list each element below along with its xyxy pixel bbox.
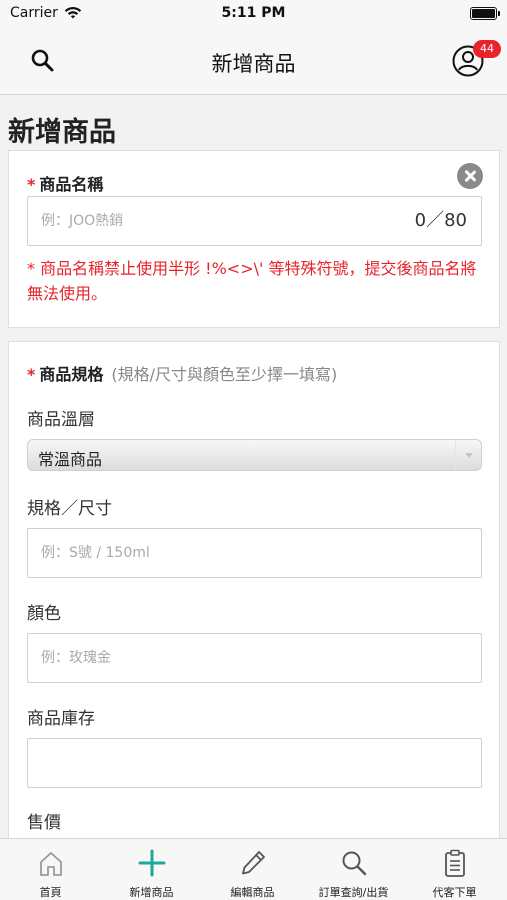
product-spec-label: * 商品規格 (規格/尺寸與顏色至少擇一填寫)	[27, 361, 337, 385]
temperature-select[interactable]: 常溫商品	[27, 439, 482, 471]
home-icon	[39, 852, 62, 876]
search-icon	[342, 851, 366, 876]
product-spec-label-text: 商品規格	[39, 365, 104, 384]
product-name-card: * 商品名稱 例：JOO熱銷 0／80 * 商品名稱禁止使用半形 !%<>\' 等…	[8, 150, 500, 328]
product-name-error: * 商品名稱禁止使用半形 !%<>\' 等特殊符號，提交後商品名將無法使用。	[27, 259, 477, 303]
tab-edit-product-label: 編輯商品	[230, 886, 275, 899]
color-input[interactable]: 例：玫瑰金	[27, 633, 482, 683]
nav-title: 新增商品	[211, 52, 296, 76]
required-mark: *	[27, 365, 36, 384]
tab-order-query-label: 訂單查詢/出貨	[318, 886, 389, 899]
color-placeholder: 例：玫瑰金	[41, 650, 111, 666]
size-label: 規格／尺寸	[27, 499, 112, 519]
chevron-down-icon	[455, 440, 481, 470]
character-counter: 0／80	[414, 210, 467, 231]
price-label: 售價	[27, 813, 61, 833]
required-mark: *	[27, 175, 36, 194]
clipboard-icon	[444, 849, 465, 877]
tab-add-product[interactable]: 新增商品	[101, 839, 202, 900]
temperature-selected: 常溫商品	[38, 450, 103, 469]
size-placeholder: 例：S號 / 150ml	[41, 545, 150, 561]
tab-edit-product[interactable]: 編輯商品	[202, 839, 303, 900]
temperature-label: 商品溫層	[27, 410, 95, 430]
notification-badge: 44	[473, 40, 501, 58]
navigation-bar: 新增商品 44	[0, 28, 507, 95]
product-name-label-text: 商品名稱	[39, 175, 104, 194]
product-name-label: * 商品名稱	[27, 171, 103, 195]
spec-hint: (規格/尺寸與顏色至少擇一填寫)	[111, 365, 338, 384]
tab-add-product-label: 新增商品	[129, 886, 174, 899]
battery-icon	[470, 7, 500, 20]
product-spec-card: * 商品規格 (規格/尺寸與顏色至少擇一填寫) 商品溫層 常溫商品 規格／尺寸 例：…	[8, 341, 500, 838]
stock-input[interactable]	[27, 738, 482, 788]
tab-home[interactable]: 首頁	[0, 839, 101, 900]
color-label: 顏色	[27, 604, 61, 624]
pencil-icon	[241, 851, 265, 875]
clear-button[interactable]	[457, 163, 483, 189]
plus-icon	[138, 849, 165, 877]
tab-home-label: 首頁	[39, 886, 62, 899]
page-title: 新增商品	[8, 117, 116, 148]
tab-order-query[interactable]: 訂單查詢/出貨	[303, 839, 404, 900]
product-name-placeholder: 例：JOO熱銷	[41, 213, 124, 229]
tab-proxy-order-label: 代客下單	[432, 886, 477, 899]
tab-proxy-order[interactable]: 代客下單	[404, 839, 505, 900]
product-name-input[interactable]: 例：JOO熱銷 0／80	[27, 196, 482, 246]
page-content: 新增商品 * 商品名稱 例：JOO熱銷 0／80 * 商品名稱禁止使用半形 !%<…	[0, 96, 507, 838]
size-input[interactable]: 例：S號 / 150ml	[27, 528, 482, 578]
status-bar: Carrier 5:11 PM	[0, 0, 507, 28]
stock-label: 商品庫存	[27, 709, 95, 729]
tab-bar: 首頁 新增商品 編輯商品 訂單查詢/出貨 代客下單	[0, 838, 507, 900]
status-time: 5:11 PM	[221, 5, 286, 21]
